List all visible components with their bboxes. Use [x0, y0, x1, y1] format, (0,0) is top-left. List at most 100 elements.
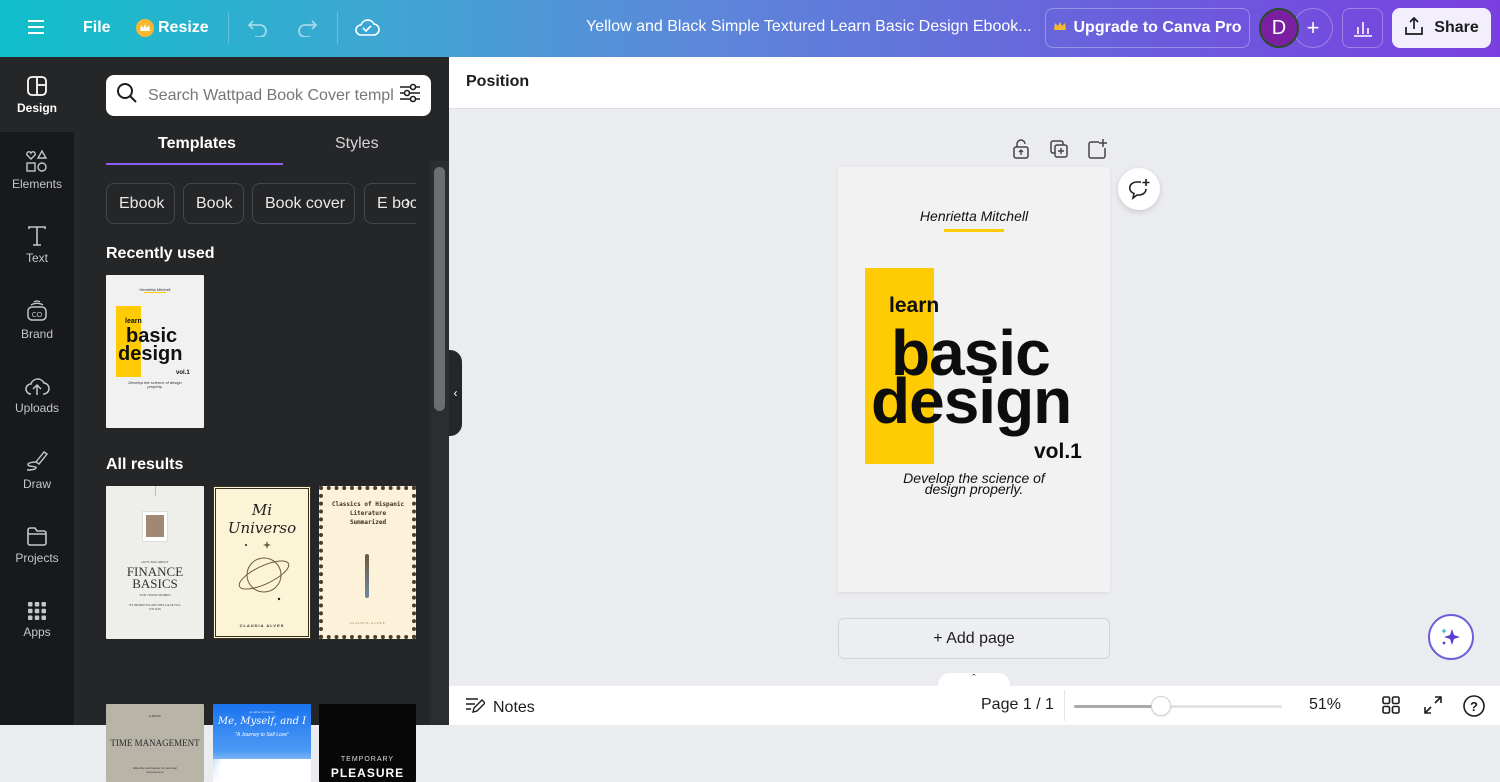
undo-icon[interactable] — [247, 17, 269, 37]
filter-chip-book[interactable]: Book — [183, 183, 244, 224]
folder-icon — [27, 526, 47, 546]
search-box[interactable] — [106, 75, 431, 116]
page-indicator[interactable]: Page 1 / 1 — [981, 696, 1054, 714]
apps-icon — [28, 601, 46, 620]
rail-item-text[interactable]: Text — [0, 207, 74, 282]
share-icon — [1404, 16, 1424, 41]
templates-panel: Templates Styles Ebook Book Book cover E… — [74, 57, 449, 782]
result-sub: Effective techniques for personal develo… — [133, 766, 177, 774]
chevron-right-icon[interactable]: › — [405, 193, 410, 211]
rail-item-draw[interactable]: Draw — [0, 432, 74, 507]
help-icon[interactable]: ? — [1462, 694, 1486, 723]
rail-item-apps[interactable]: Apps — [0, 582, 74, 657]
result-kicker: Jonathan Patterson — [248, 710, 276, 714]
hamburger-icon[interactable] — [26, 17, 46, 37]
template-result[interactable]: Classics of Hispanic Literature Summariz… — [319, 486, 416, 639]
template-result[interactable]: LET'S TALK ABOUT FINANCE BASICS FOR YOUN… — [106, 486, 204, 639]
tab-templates[interactable]: Templates — [158, 135, 236, 153]
thumb-tagline: Develop the science of design properly. — [128, 380, 182, 389]
share-button[interactable]: Share — [1392, 8, 1491, 48]
magic-assistant-button[interactable] — [1428, 614, 1474, 660]
insights-button[interactable] — [1342, 8, 1383, 48]
filter-icon[interactable] — [399, 83, 421, 108]
avatar[interactable]: D — [1259, 8, 1299, 48]
add-comment-button[interactable] — [1118, 168, 1160, 210]
comment-add-icon — [1128, 179, 1150, 200]
chevron-left-icon: ‹ — [453, 386, 458, 400]
result-kicker: E-BOOK — [149, 714, 161, 718]
add-collaborator-button[interactable]: + — [1293, 8, 1333, 48]
upload-icon — [25, 377, 50, 395]
rail-item-design[interactable]: Design — [0, 57, 74, 132]
recently-used-heading: Recently used — [106, 245, 215, 262]
grid-view-icon[interactable] — [1380, 694, 1402, 721]
redo-icon[interactable] — [296, 17, 318, 37]
active-tab-indicator — [106, 163, 283, 165]
show-pages-button[interactable]: ˆ — [938, 673, 1010, 687]
result-author: CLAUDIA ALVES — [239, 623, 285, 628]
file-menu[interactable]: File — [83, 19, 111, 37]
zoom-level[interactable]: 51% — [1309, 696, 1341, 714]
panel-scrollbar[interactable] — [434, 167, 445, 411]
search-input[interactable] — [148, 86, 399, 105]
cover-design[interactable]: design — [871, 365, 1072, 437]
collapse-panel-button[interactable]: ‹ — [449, 350, 462, 436]
duplicate-page-icon[interactable] — [1049, 138, 1069, 165]
result-title: Me, Myself, and I — [217, 716, 307, 727]
cloud-check-icon[interactable] — [354, 16, 380, 38]
share-label: Share — [1434, 19, 1479, 36]
lock-icon[interactable] — [1011, 138, 1031, 165]
page-tools — [1011, 138, 1107, 165]
upgrade-button[interactable]: Upgrade to Canva Pro — [1045, 8, 1250, 48]
rail-item-projects[interactable]: Projects — [0, 507, 74, 582]
filter-chip-book-cover[interactable]: Book cover — [252, 183, 355, 224]
elements-icon — [26, 149, 48, 172]
result-byline: BY HENRIETTA MITCHELL & OLIVIA WILSON — [129, 603, 181, 611]
zoom-slider-knob[interactable] — [1151, 696, 1172, 716]
tab-styles[interactable]: Styles — [335, 135, 379, 153]
cover-learn[interactable]: learn — [889, 294, 939, 318]
result-title: FINANCE BASICS — [126, 564, 184, 591]
result-sub: FOR YOUNG WOMEN — [139, 593, 171, 597]
sparkle-icon — [1441, 628, 1460, 645]
document-title[interactable]: Yellow and Black Simple Textured Learn B… — [586, 18, 1032, 36]
svg-text:CO: CO — [32, 312, 43, 319]
add-page-icon[interactable] — [1087, 138, 1107, 165]
add-page-button[interactable]: + Add page — [838, 618, 1110, 659]
zoom-slider-fill — [1074, 705, 1162, 708]
template-result[interactable]: Jonathan Patterson Me, Myself, and I "A … — [213, 704, 311, 782]
template-result[interactable]: E-BOOK TIME MANAGEMENT Effective techniq… — [106, 704, 204, 782]
context-toolbar: Position — [449, 57, 1500, 109]
result-author: CLAUDIA ALVES — [349, 621, 386, 625]
cover-underline[interactable] — [944, 229, 1004, 232]
position-button[interactable]: Position — [466, 73, 529, 91]
template-result[interactable]: Mi Universo CLAUDIA ALVES — [213, 486, 311, 639]
draw-icon — [26, 450, 49, 471]
cover-author[interactable]: Henrietta Mitchell — [838, 208, 1110, 224]
notes-icon — [465, 696, 486, 719]
brand-icon: CO — [27, 299, 47, 321]
cover-tagline[interactable]: Develop the science of design properly. — [878, 471, 1070, 496]
design-page[interactable]: Henrietta Mitchell learn basic design vo… — [838, 167, 1110, 592]
rail-item-uploads[interactable]: Uploads — [0, 357, 74, 432]
template-result[interactable]: TEMPORARY PLEASURE — [319, 704, 416, 782]
planet-illustration — [238, 541, 290, 601]
result-title: PLEASURE — [330, 766, 405, 780]
cover-vol[interactable]: vol.1 — [1034, 440, 1082, 464]
side-rail: Design Elements Text CO Brand Uploads Dr… — [0, 57, 74, 725]
rail-item-elements[interactable]: Elements — [0, 132, 74, 207]
resize-button[interactable]: Resize — [158, 19, 209, 37]
filter-chip-ebook[interactable]: Ebook — [106, 183, 175, 224]
notes-button[interactable]: Notes — [465, 696, 535, 719]
fullscreen-icon[interactable] — [1422, 694, 1444, 721]
bottom-bar: Notes Page 1 / 1 51% ? — [449, 686, 1500, 725]
rail-item-brand[interactable]: CO Brand — [0, 282, 74, 357]
thumb-line1: learn — [125, 318, 142, 325]
result-kicker: TEMPORARY — [340, 756, 395, 763]
top-bar: File Resize Yellow and Black Simple Text… — [0, 0, 1500, 57]
text-icon — [28, 225, 46, 246]
zoom-slider[interactable] — [1074, 696, 1282, 716]
result-title: Classics of Hispanic Literature Summariz… — [331, 501, 405, 526]
recent-template-thumbnail[interactable]: Henrietta Mitchell learn basic design vo… — [106, 275, 204, 428]
crown-icon — [1053, 19, 1067, 37]
